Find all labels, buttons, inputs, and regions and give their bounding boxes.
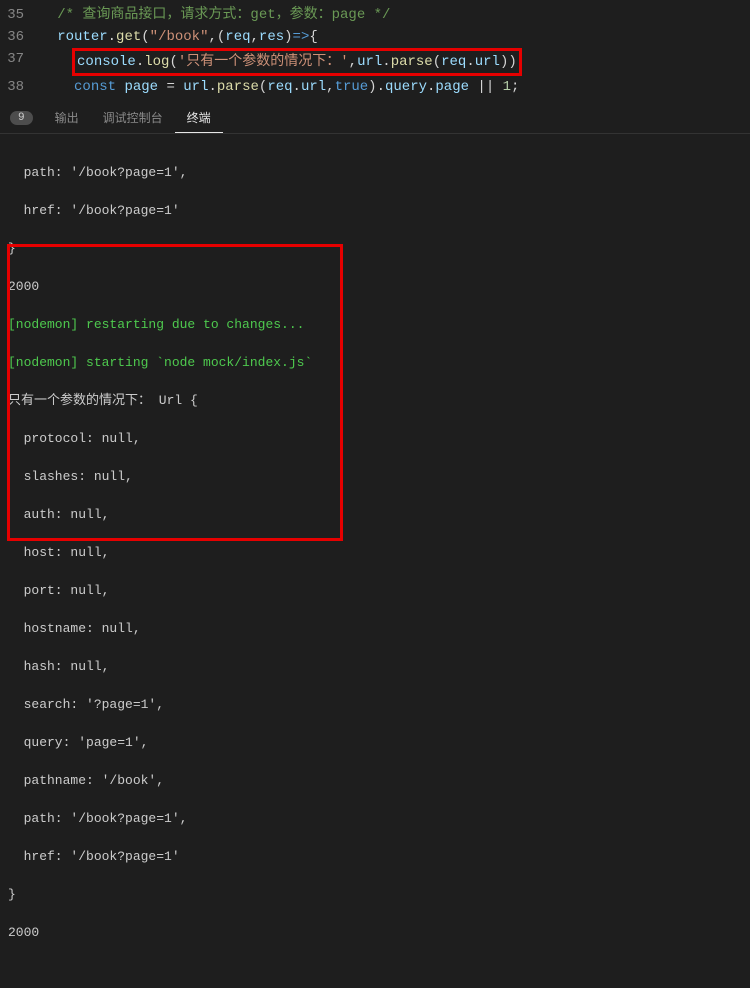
terminal-line: hostname: null, [8, 619, 742, 638]
terminal-line: port: null, [8, 581, 742, 600]
terminal-line: slashes: null, [8, 467, 742, 486]
code-editor[interactable]: 35 /* 查询商品接口，请求方式：get，参数：page */ 36 rout… [0, 0, 750, 102]
terminal-panel[interactable]: path: '/book?page=1', href: '/book?page=… [0, 134, 750, 988]
tab-output[interactable]: 输出 [43, 103, 91, 132]
bool-true: true [335, 79, 369, 95]
param-res: res [259, 29, 284, 45]
terminal-line: search: '?page=1', [8, 695, 742, 714]
kw-const: const [74, 79, 116, 95]
tab-terminal[interactable]: 终端 [175, 103, 223, 133]
terminal-line: path: '/book?page=1', [8, 809, 742, 828]
panel-tab-bar: 9 输出 调试控制台 终端 [0, 102, 750, 134]
prop-url: url [301, 79, 326, 95]
line-number: 38 [0, 76, 32, 98]
terminal-line: } [8, 239, 742, 258]
terminal-line: auth: null, [8, 505, 742, 524]
method-log: log [144, 54, 169, 70]
tab-debug-console[interactable]: 调试控制台 [91, 103, 175, 132]
string-msg: '只有一个参数的情况下：' [178, 54, 349, 70]
method-get: get [116, 29, 141, 45]
method-parse: parse [217, 79, 259, 95]
terminal-line: 只有一个参数的情况下： Url { [8, 391, 742, 410]
terminal-line: query: 'page=1', [8, 733, 742, 752]
terminal-line: href: '/book?page=1' [8, 201, 742, 220]
terminal-line: host: null, [8, 543, 742, 562]
ident-url: url [183, 79, 208, 95]
highlight-box-code: console.log('只有一个参数的情况下：',url.parse(req.… [72, 48, 522, 76]
param-req: req [225, 29, 250, 45]
terminal-line: 2000 [8, 923, 742, 942]
num-one: 1 [503, 79, 511, 95]
terminal-line: hash: null, [8, 657, 742, 676]
ident-req: req [441, 54, 466, 70]
terminal-line: 2000 [8, 277, 742, 296]
terminal-line: path: '/book?page=1', [8, 163, 742, 182]
ident-req: req [267, 79, 292, 95]
comment-text: /* 查询商品接口，请求方式：get，参数：page */ [57, 7, 390, 23]
terminal-line: } [8, 885, 742, 904]
terminal-line: href: '/book?page=1' [8, 847, 742, 866]
terminal-line: pathname: '/book', [8, 771, 742, 790]
ident-console: console [77, 54, 136, 70]
ident-router: router [57, 29, 107, 45]
problems-badge[interactable]: 9 [10, 111, 33, 125]
terminal-line-nodemon: [nodemon] starting `node mock/index.js` [8, 353, 742, 372]
line-number: 35 [0, 4, 32, 26]
prop-query: query [385, 79, 427, 95]
terminal-line: protocol: null, [8, 429, 742, 448]
ident-url: url [357, 54, 382, 70]
line-number: 36 [0, 26, 32, 48]
var-page: page [124, 79, 158, 95]
code-line-35[interactable]: 35 /* 查询商品接口，请求方式：get，参数：page */ [0, 4, 750, 26]
prop-url: url [475, 54, 500, 70]
prop-page: page [435, 79, 469, 95]
code-line-38[interactable]: 38 const page = url.parse(req.url,true).… [0, 76, 750, 98]
terminal-line-nodemon: [nodemon] restarting due to changes... [8, 315, 742, 334]
code-line-36[interactable]: 36 router.get("/book",(req,res)=>{ [0, 26, 750, 48]
line-number: 37 [0, 48, 32, 76]
method-parse: parse [391, 54, 433, 70]
string-book: "/book" [150, 29, 209, 45]
code-line-37[interactable]: 37 console.log('只有一个参数的情况下：',url.parse(r… [0, 48, 750, 76]
